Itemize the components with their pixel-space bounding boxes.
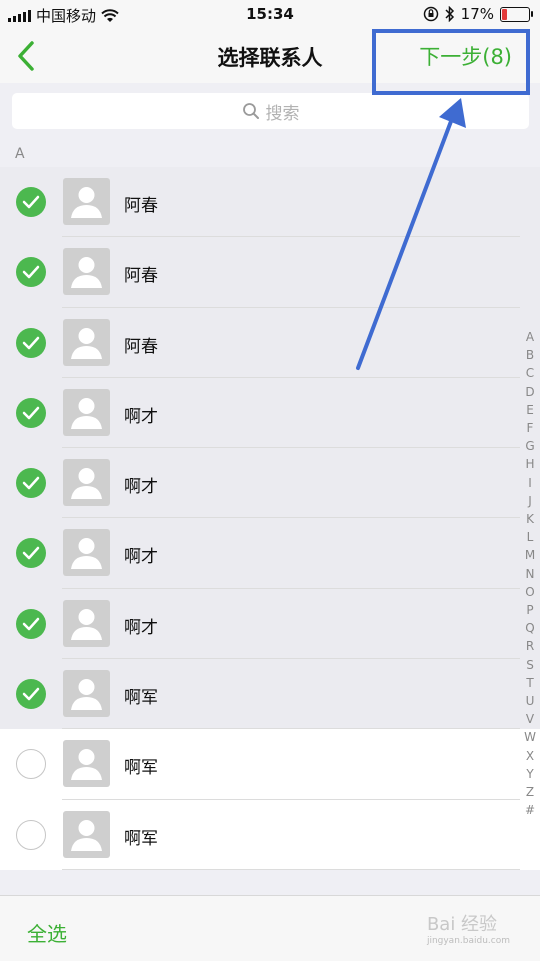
index-letter[interactable]: O <box>522 583 538 601</box>
row-divider <box>62 868 520 870</box>
index-letter[interactable]: R <box>522 637 538 655</box>
index-letter[interactable]: Y <box>522 765 538 783</box>
battery-icon <box>500 6 533 22</box>
avatar-icon <box>63 529 110 577</box>
index-letter[interactable]: I <box>522 474 538 492</box>
contact-name: 啊军 <box>124 828 158 849</box>
unchecked-circle-icon[interactable] <box>16 749 46 780</box>
contact-row[interactable]: 阿春 <box>0 307 540 378</box>
index-letter[interactable]: X <box>522 747 538 765</box>
status-bar: 中国移动 15:34 17% <box>0 0 540 30</box>
contact-list: 阿春 阿春 阿春 啊才 啊才 啊才 啊才 啊军 啊军 啊军 <box>0 167 540 870</box>
bluetooth-icon <box>445 6 454 22</box>
contact-row[interactable]: 啊军 <box>0 799 540 870</box>
checked-circle-icon[interactable] <box>16 187 46 217</box>
contact-row[interactable]: 阿春 <box>0 167 540 238</box>
section-letter: A <box>15 146 25 162</box>
index-letter[interactable]: U <box>522 692 538 710</box>
checked-circle-icon[interactable] <box>16 257 46 288</box>
avatar-icon <box>63 248 110 296</box>
index-letter[interactable]: J <box>522 492 538 510</box>
avatar-icon <box>63 459 110 507</box>
index-letter[interactable]: F <box>522 419 538 437</box>
avatar-icon <box>63 740 110 788</box>
index-letter[interactable]: T <box>522 674 538 692</box>
checked-circle-icon[interactable] <box>16 679 46 710</box>
checked-circle-icon[interactable] <box>16 608 46 639</box>
index-letter[interactable]: G <box>522 437 538 455</box>
watermark-url: jingyan.baidu.com <box>426 936 510 946</box>
annotation-highlight-box <box>372 29 530 95</box>
contact-name: 啊军 <box>124 758 158 779</box>
index-letter[interactable]: C <box>522 364 538 382</box>
index-letter[interactable]: B <box>522 346 538 364</box>
status-right: 17% <box>423 5 533 23</box>
avatar-icon <box>63 178 110 225</box>
contact-row[interactable]: 啊军 <box>0 729 540 800</box>
index-letter[interactable]: K <box>522 510 538 528</box>
bottom-bar: 全选 Bai 经验 jingyan.baidu.com <box>0 895 540 961</box>
avatar-icon <box>63 599 110 647</box>
contact-row[interactable]: 啊才 <box>0 588 540 660</box>
contact-name: 阿春 <box>124 336 158 357</box>
back-icon[interactable] <box>12 38 42 74</box>
search-placeholder: 搜索 <box>265 103 300 124</box>
contact-name: 啊才 <box>124 406 158 427</box>
avatar-icon <box>63 318 110 366</box>
index-letter[interactable]: Q <box>522 619 538 637</box>
search-icon <box>242 103 259 119</box>
contact-row[interactable]: 啊才 <box>0 448 540 519</box>
contact-name: 阿春 <box>124 266 158 287</box>
index-letter[interactable]: Z <box>522 783 538 801</box>
contact-name: 啊军 <box>124 688 158 709</box>
index-letter[interactable]: S <box>522 656 538 674</box>
avatar-icon <box>63 388 110 436</box>
watermark: Bai 经验 jingyan.baidu.com <box>427 910 510 946</box>
contact-row[interactable]: 啊才 <box>0 518 540 589</box>
contact-name: 啊才 <box>124 617 158 638</box>
index-letter[interactable]: A <box>522 328 538 346</box>
unchecked-circle-icon[interactable] <box>16 819 46 850</box>
index-letter[interactable]: D <box>522 383 538 401</box>
checked-circle-icon[interactable] <box>16 327 46 358</box>
index-letter[interactable]: V <box>522 710 538 728</box>
avatar-icon <box>63 670 110 718</box>
index-letter[interactable]: P <box>522 601 538 619</box>
index-letter[interactable]: M <box>522 546 538 564</box>
avatar-icon <box>63 810 110 858</box>
alphabet-index[interactable]: A B C D E F G H I J K L M N O P Q R S T U V W X Y Z # <box>522 328 538 819</box>
index-letter[interactable]: H <box>522 455 538 473</box>
index-letter[interactable]: E <box>522 401 538 419</box>
select-all-button[interactable]: 全选 <box>27 918 67 947</box>
checked-circle-icon[interactable] <box>16 538 46 569</box>
contact-name: 啊才 <box>124 547 158 568</box>
index-letter[interactable]: N <box>522 565 538 583</box>
index-letter[interactable]: # <box>522 801 538 819</box>
checked-circle-icon[interactable] <box>16 468 46 499</box>
contact-row[interactable]: 啊军 <box>0 659 540 730</box>
checked-circle-icon[interactable] <box>16 397 46 428</box>
contact-name: 阿春 <box>124 196 158 216</box>
battery-percent: 17% <box>460 5 494 23</box>
contact-row[interactable]: 阿春 <box>0 237 540 308</box>
section-header: A <box>0 141 540 167</box>
watermark-brand: Bai 经验 <box>426 914 498 935</box>
contact-row[interactable]: 啊才 <box>0 377 540 449</box>
search-input[interactable]: 搜索 <box>12 93 529 129</box>
index-letter[interactable]: L <box>522 528 538 546</box>
rotation-lock-icon <box>423 6 438 22</box>
contact-name: 啊才 <box>124 477 158 498</box>
index-letter[interactable]: W <box>522 728 538 746</box>
